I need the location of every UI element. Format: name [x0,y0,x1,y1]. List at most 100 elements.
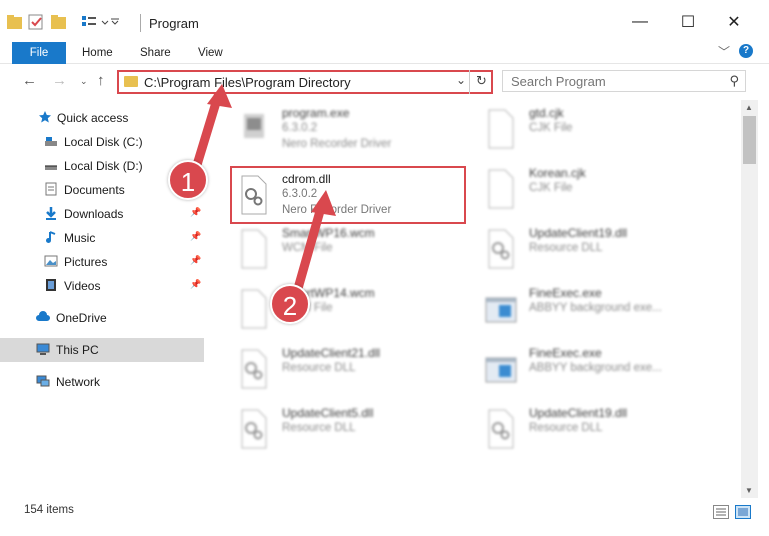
file-description: Nero Recorder Driver [282,138,392,150]
pin-icon[interactable]: 📌 [190,207,201,218]
navigation-bar: ← → ⌄ ↑ C:\Program Files\Program Directo… [0,64,769,98]
file-type: WCM File [282,242,333,254]
properties-icon[interactable] [27,13,45,31]
computer-icon [36,343,50,355]
tab-file[interactable]: File [12,42,66,64]
file-name: Korean.cjk [529,166,586,180]
chevron-down-icon[interactable]: ﹀ [718,43,730,60]
file-item-selected[interactable]: cdrom.dll 6.3.0.2 Nero Recorder Driver [230,166,466,224]
file-name: UpdateClient21.dll [282,346,381,360]
star-icon [39,111,51,123]
file-name: UpdateClient19.dll [529,406,628,420]
sidebar-item-label: Music [64,231,96,245]
drive-icon [45,137,57,146]
file-item[interactable]: UpdateClient19.dll Resource DLL [479,222,719,280]
file-item[interactable]: UpdateClient21.dll Resource DLL [232,342,472,400]
dll-icon [241,409,267,449]
file-item[interactable]: gtd.cjk CJK File [479,102,719,160]
vertical-scrollbar[interactable]: ▲ ▼ [741,100,758,498]
pictures-icon [44,255,58,267]
scroll-up-icon[interactable]: ▲ [745,103,753,112]
file-icon [488,169,514,209]
sidebar-item-pictures[interactable]: Pictures 📌 [0,250,204,274]
pin-icon[interactable]: 📌 [190,279,201,290]
large-icons-view-icon[interactable] [735,505,751,519]
file-item[interactable]: UpdateClient5.dll Resource DLL [232,402,472,460]
maximize-button[interactable]: ☐ [668,8,708,36]
file-item[interactable]: FineExec.exe ABBYY background exe... [479,342,719,400]
chevron-down-icon[interactable]: ⌄ [456,73,466,87]
scrollbar-thumb[interactable] [743,116,756,164]
dll-icon [241,349,267,389]
sidebar-item-music[interactable]: Music 📌 [0,226,204,250]
details-view-icon[interactable] [713,505,729,519]
file-name: cdrom.dll [282,172,331,186]
recent-locations-icon[interactable]: ⌄ [80,76,88,87]
file-name: UpdateClient5.dll [282,406,374,420]
sidebar-item-label: Documents [64,183,125,197]
drive-icon [45,165,57,170]
dll-icon [488,229,514,269]
file-name: program.exe [282,106,350,120]
pin-icon[interactable]: 📌 [190,231,201,242]
close-button[interactable]: ✕ [714,8,754,36]
up-arrow-icon[interactable]: ↑ [97,72,105,89]
search-icon[interactable]: ⚲ [729,73,739,89]
sidebar-item-videos[interactable]: Videos 📌 [0,274,204,298]
sidebar-item-label: Local Disk (D:) [64,159,143,173]
scroll-down-icon[interactable]: ▼ [745,486,753,495]
file-type: Resource DLL [529,242,603,254]
window-title: Program [149,16,199,31]
sidebar-item-label: Downloads [64,207,124,221]
app-window-icon [485,297,517,323]
sidebar-item-onedrive[interactable]: OneDrive [0,306,204,330]
file-icon [241,289,267,329]
forward-arrow-icon[interactable]: → [52,72,67,89]
tab-share[interactable]: Share [140,42,171,64]
file-name: FineExec.exe [529,286,602,300]
help-icon[interactable]: ? [739,44,753,58]
title-separator [140,14,141,32]
file-type: Resource DLL [529,422,603,434]
file-name: UpdateClient19.dll [529,226,628,240]
sidebar-item-downloads[interactable]: Downloads 📌 [0,202,204,226]
search-box[interactable]: ⚲ [502,70,746,92]
refresh-icon[interactable]: ↻ [469,70,493,94]
sidebar-item-this-pc[interactable]: This PC [0,338,204,362]
step-1-badge: 1 [168,160,208,200]
address-bar[interactable]: C:\Program Files\Program Directory ⌄ ↻ [117,70,493,94]
file-item[interactable]: SmartWP16.wcm WCM File [232,222,472,280]
sidebar-item-network[interactable]: Network [0,370,204,394]
file-type: CJK File [529,182,573,194]
file-item[interactable]: Korean.cjk CJK File [479,162,719,220]
search-input[interactable] [511,71,711,91]
file-name: FineExec.exe [529,346,602,360]
file-item[interactable]: FineExec.exe ABBYY background exe... [479,282,719,340]
back-arrow-icon[interactable]: ← [22,72,37,89]
step-2-badge: 2 [270,284,310,324]
file-item[interactable]: program.exe 6.3.0.2 Nero Recorder Driver [232,102,472,160]
file-item[interactable]: UpdateClient19.dll Resource DLL [479,402,719,460]
file-item[interactable]: SmartWP14.wcm WCM File [232,282,472,340]
downloads-icon [46,207,56,220]
address-path[interactable]: C:\Program Files\Program Directory [144,75,351,90]
dll-icon [241,175,267,215]
cloud-icon [36,311,50,321]
music-icon [46,231,56,243]
tab-home[interactable]: Home [82,42,113,64]
file-type: Resource DLL [282,422,356,434]
tab-view[interactable]: View [198,42,223,64]
file-description: Nero Recorder Driver [282,204,392,216]
sidebar-item-label: Videos [64,279,101,293]
ribbon-tabs: File Home Share View ﹀ ? [0,40,769,64]
sidebar-item-local-disk-c[interactable]: Local Disk (C:) [0,130,204,154]
sidebar-item-quick-access[interactable]: Quick access [0,106,204,130]
customize-toolbar-icon[interactable] [80,13,120,31]
folder-icon [124,76,138,87]
pin-icon[interactable]: 📌 [190,255,201,266]
minimize-button[interactable]: — [620,8,660,36]
folder-icon[interactable] [6,13,24,31]
new-folder-icon[interactable] [50,13,68,31]
file-description: ABBYY background exe... [529,362,662,374]
app-window-icon [485,357,517,383]
